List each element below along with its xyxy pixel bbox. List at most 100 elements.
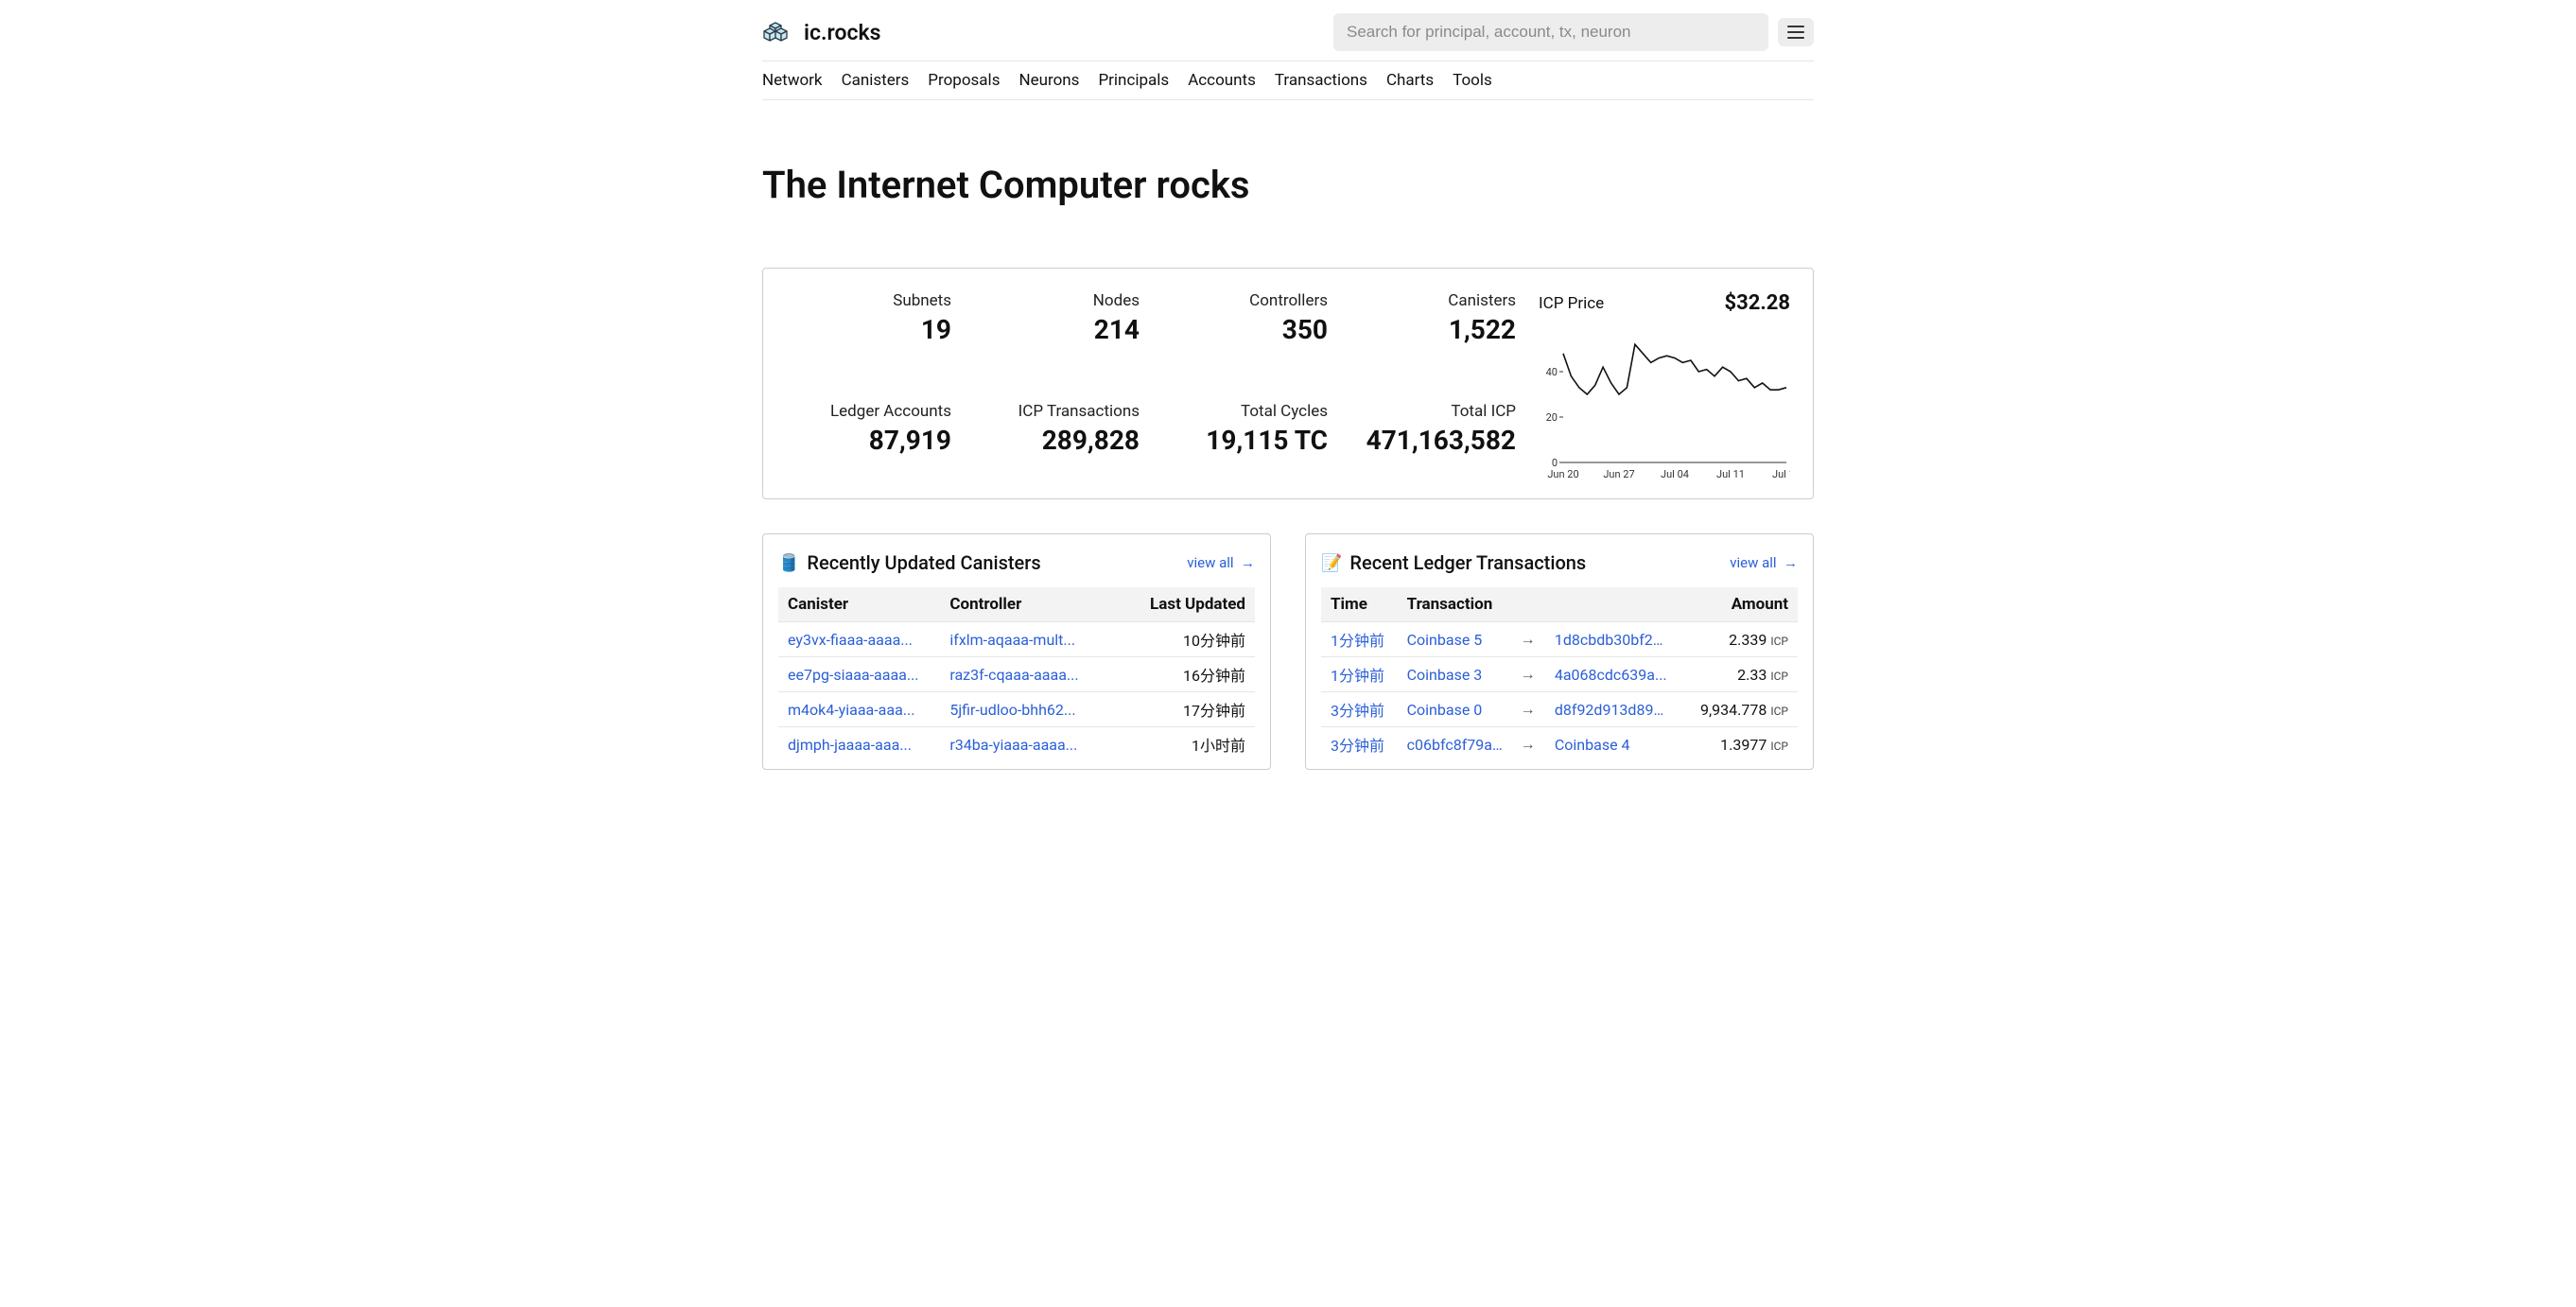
stat-label: Canisters xyxy=(1350,291,1516,310)
tx-time-link[interactable]: 3分钟前 xyxy=(1321,692,1398,727)
tx-to-link[interactable]: 4a068cdc639a... xyxy=(1545,657,1679,692)
svg-text:Jun 27: Jun 27 xyxy=(1603,468,1634,480)
menu-button[interactable] xyxy=(1778,18,1814,46)
canisters-panel: 🛢️ Recently Updated Canisters view all →… xyxy=(762,533,1271,770)
tx-time-link[interactable]: 1分钟前 xyxy=(1321,622,1398,657)
th-updated: Last Updated xyxy=(1103,587,1255,622)
controller-link[interactable]: ifxlm-aqaaa-mult... xyxy=(940,622,1102,657)
canister-link[interactable]: m4ok4-yiaaa-aaa... xyxy=(778,692,940,727)
table-row: ee7pg-siaaa-aaaa...raz3f-cqaaa-aaaa...16… xyxy=(778,657,1255,692)
stat-value: 87,919 xyxy=(786,425,951,456)
nav-item-network[interactable]: Network xyxy=(762,71,823,90)
svg-text:Jul 18: Jul 18 xyxy=(1772,468,1790,480)
stat-label: Ledger Accounts xyxy=(786,402,951,421)
tx-amount: 9,934.778ICP xyxy=(1679,692,1798,727)
stat-label: Subnets xyxy=(786,291,951,310)
stat-value: 289,828 xyxy=(974,425,1140,456)
stat-controllers: Controllers 350 xyxy=(1162,291,1328,375)
logo-icon xyxy=(762,18,794,46)
search-input[interactable] xyxy=(1333,13,1768,51)
stat-nodes: Nodes 214 xyxy=(974,291,1140,375)
canister-link[interactable]: ey3vx-fiaaa-aaaa... xyxy=(778,622,940,657)
nav-item-principals[interactable]: Principals xyxy=(1098,71,1169,90)
th-amount: Amount xyxy=(1679,587,1798,622)
tx-view-all[interactable]: view all → xyxy=(1730,554,1798,571)
arrow-right-icon: → xyxy=(1517,657,1545,692)
stat-label: Total ICP xyxy=(1350,402,1516,421)
tx-amount: 1.3977ICP xyxy=(1679,727,1798,762)
price-label: ICP Price xyxy=(1539,294,1604,313)
page-title: The Internet Computer rocks xyxy=(762,163,1814,207)
controller-link[interactable]: 5jfir-udloo-bhh62... xyxy=(940,692,1102,727)
canisters-view-all[interactable]: view all → xyxy=(1187,554,1255,571)
nav-item-accounts[interactable]: Accounts xyxy=(1188,71,1256,90)
stat-label: Controllers xyxy=(1162,291,1328,310)
tx-table: Time Transaction Amount 1分钟前Coinbase 5→1… xyxy=(1321,587,1798,761)
th-time: Time xyxy=(1321,587,1398,622)
stat-label: Nodes xyxy=(974,291,1140,310)
stat-value: 19 xyxy=(786,314,951,345)
stat-value: 350 xyxy=(1162,314,1328,345)
tx-to-link[interactable]: d8f92d913d894... xyxy=(1545,692,1679,727)
stat-ledger-accounts: Ledger Accounts 87,919 xyxy=(786,402,951,486)
stat-value: 471,163,582 xyxy=(1350,425,1516,456)
stat-value: 19,115 TC xyxy=(1162,425,1328,456)
stats-grid: Subnets 19 Nodes 214 Controllers 350 Can… xyxy=(786,291,1516,485)
tx-to-link[interactable]: 1d8cbdb30bf2b... xyxy=(1545,622,1679,657)
updated-cell: 1小时前 xyxy=(1103,727,1255,762)
nav-item-tools[interactable]: Tools xyxy=(1453,71,1492,90)
stat-icp-tx: ICP Transactions 289,828 xyxy=(974,402,1140,486)
tx-amount: 2.33ICP xyxy=(1679,657,1798,692)
svg-text:Jul 11: Jul 11 xyxy=(1716,468,1745,480)
canisters-panel-title: 🛢️ Recently Updated Canisters xyxy=(778,551,1041,574)
price-value: $32.28 xyxy=(1725,291,1791,315)
canister-link[interactable]: djmph-jaaaa-aaa... xyxy=(778,727,940,762)
table-row: ey3vx-fiaaa-aaaa...ifxlm-aqaaa-mult...10… xyxy=(778,622,1255,657)
arrow-right-icon: → xyxy=(1517,692,1545,727)
canister-link[interactable]: ee7pg-siaaa-aaaa... xyxy=(778,657,940,692)
svg-text:20: 20 xyxy=(1546,411,1558,424)
th-tx: Transaction xyxy=(1398,587,1679,622)
nav-item-neurons[interactable]: Neurons xyxy=(1018,71,1079,90)
arrow-right-icon: → xyxy=(1517,622,1545,657)
table-row: djmph-jaaaa-aaa...r34ba-yiaaa-aaaa...1小时… xyxy=(778,727,1255,762)
brand-name: ic.rocks xyxy=(804,20,880,45)
tx-amount: 2.339ICP xyxy=(1679,622,1798,657)
svg-text:40: 40 xyxy=(1546,366,1558,378)
updated-cell: 17分钟前 xyxy=(1103,692,1255,727)
th-controller: Controller xyxy=(940,587,1102,622)
tx-panel: 📝 Recent Ledger Transactions view all → … xyxy=(1305,533,1814,770)
topbar: ic.rocks xyxy=(762,0,1814,61)
nav-item-charts[interactable]: Charts xyxy=(1386,71,1434,90)
nav-item-canisters[interactable]: Canisters xyxy=(842,71,910,90)
tx-time-link[interactable]: 1分钟前 xyxy=(1321,657,1398,692)
tx-to-link[interactable]: Coinbase 4 xyxy=(1545,727,1679,762)
svg-text:Jun 20: Jun 20 xyxy=(1547,468,1578,480)
table-row: m4ok4-yiaaa-aaa...5jfir-udloo-bhh62...17… xyxy=(778,692,1255,727)
stat-label: Total Cycles xyxy=(1162,402,1328,421)
controller-link[interactable]: raz3f-cqaaa-aaaa... xyxy=(940,657,1102,692)
stat-value: 214 xyxy=(974,314,1140,345)
tx-panel-title: 📝 Recent Ledger Transactions xyxy=(1321,551,1586,574)
canister-icon: 🛢️ xyxy=(778,553,799,573)
nav-item-proposals[interactable]: Proposals xyxy=(928,71,1000,90)
tx-from-link[interactable]: c06bfc8f79a15e... xyxy=(1398,727,1517,762)
tx-from-link[interactable]: Coinbase 5 xyxy=(1398,622,1517,657)
brand[interactable]: ic.rocks xyxy=(762,18,880,46)
controller-link[interactable]: r34ba-yiaaa-aaaa... xyxy=(940,727,1102,762)
tx-from-link[interactable]: Coinbase 3 xyxy=(1398,657,1517,692)
stat-total-icp: Total ICP 471,163,582 xyxy=(1350,402,1516,486)
table-row: 3分钟前c06bfc8f79a15e...→Coinbase 41.3977IC… xyxy=(1321,727,1798,762)
table-row: 1分钟前Coinbase 5→1d8cbdb30bf2b...2.339ICP xyxy=(1321,622,1798,657)
tx-time-link[interactable]: 3分钟前 xyxy=(1321,727,1398,762)
nav-item-transactions[interactable]: Transactions xyxy=(1275,71,1367,90)
stat-value: 1,522 xyxy=(1350,314,1516,345)
updated-cell: 10分钟前 xyxy=(1103,622,1255,657)
stat-label: ICP Transactions xyxy=(974,402,1140,421)
price-chart-panel: ICP Price $32.28 02040Jun 20Jun 27Jul 04… xyxy=(1539,291,1790,485)
topbar-actions xyxy=(1333,13,1814,51)
tx-from-link[interactable]: Coinbase 0 xyxy=(1398,692,1517,727)
stat-canisters: Canisters 1,522 xyxy=(1350,291,1516,375)
arrow-right-icon: → xyxy=(1517,727,1545,762)
notepad-icon: 📝 xyxy=(1321,553,1342,573)
